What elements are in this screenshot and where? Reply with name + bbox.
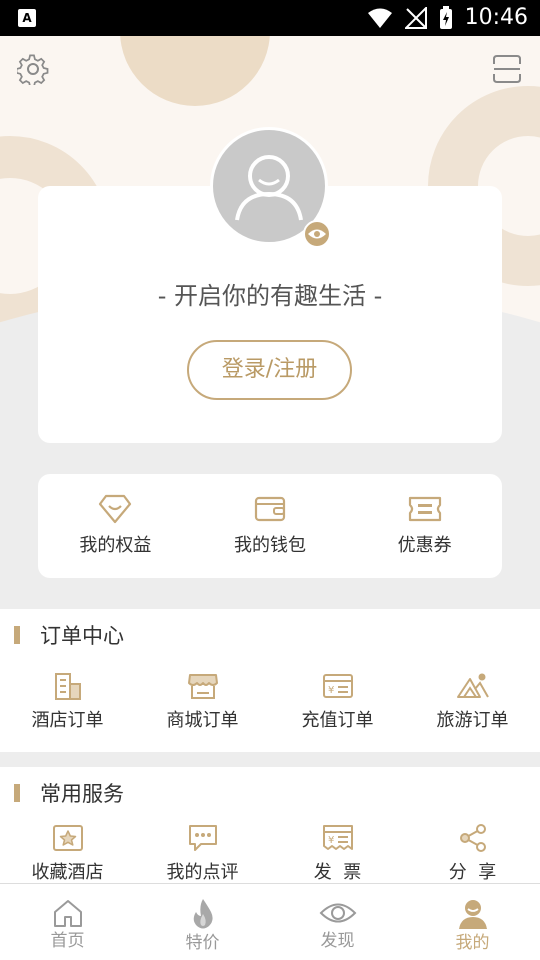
tab-specials-label: 特价 bbox=[185, 933, 220, 953]
tab-discover[interactable]: 发现 bbox=[270, 884, 405, 960]
login-register-button[interactable]: 登录/注册 bbox=[187, 340, 352, 400]
gear-icon bbox=[17, 54, 49, 85]
travel-orders-label: 旅游订单 bbox=[436, 710, 509, 731]
scan-icon bbox=[493, 55, 521, 83]
rights-icon bbox=[99, 494, 132, 524]
status-bar: A 10:46 bbox=[0, 0, 540, 36]
review-icon bbox=[188, 825, 217, 851]
share-icon bbox=[459, 824, 486, 852]
my-rights-button[interactable]: 我的权益 bbox=[38, 474, 193, 578]
recharge-orders-label: 充值订单 bbox=[301, 710, 374, 731]
tab-mine-label: 我的 bbox=[455, 933, 490, 953]
my-rights-label: 我的权益 bbox=[79, 535, 152, 556]
my-wallet-label: 我的钱包 bbox=[234, 535, 306, 556]
user-icon bbox=[458, 900, 487, 929]
coupon-icon bbox=[408, 496, 441, 522]
common-services-title: 常用服务 bbox=[40, 782, 124, 806]
visibility-badge[interactable] bbox=[303, 220, 331, 248]
clock: 10:46 bbox=[464, 5, 528, 30]
svg-text:¥: ¥ bbox=[328, 835, 334, 846]
tab-mine[interactable]: 我的 bbox=[405, 884, 540, 960]
travel-icon bbox=[456, 673, 489, 698]
slogan-text: - 开启你的有趣生活 - bbox=[157, 282, 383, 310]
my-reviews-label: 我的点评 bbox=[166, 862, 239, 883]
my-wallet-button[interactable]: 我的钱包 bbox=[193, 474, 348, 578]
hotel-icon bbox=[54, 673, 81, 700]
wifi-icon bbox=[367, 8, 392, 28]
flame-icon bbox=[193, 899, 213, 929]
battery-icon bbox=[439, 6, 452, 29]
wallet-icon bbox=[254, 496, 286, 522]
section-marker bbox=[14, 784, 20, 802]
recharge-icon: ¥ bbox=[322, 674, 353, 698]
coupons-label: 优惠券 bbox=[397, 535, 452, 556]
scan-button[interactable] bbox=[490, 52, 524, 86]
tab-discover-label: 发现 bbox=[320, 931, 355, 951]
my-reviews-button[interactable]: 我的点评 bbox=[135, 823, 270, 885]
tab-home-label: 首页 bbox=[50, 931, 85, 951]
tab-specials[interactable]: 特价 bbox=[135, 884, 270, 960]
invoice-button[interactable]: ¥ 发 票 bbox=[270, 823, 405, 885]
store-orders-label: 商城订单 bbox=[166, 710, 239, 731]
hotel-orders-button[interactable]: 酒店订单 bbox=[0, 671, 135, 733]
eye-icon bbox=[308, 229, 326, 239]
favorite-icon bbox=[52, 825, 83, 851]
tab-home[interactable]: 首页 bbox=[0, 884, 135, 960]
share-button[interactable]: 分 享 bbox=[405, 823, 540, 885]
home-icon bbox=[53, 900, 82, 927]
order-center-section: 订单中心 酒店订单 商城订单 ¥ 充值订单 旅游订单 bbox=[0, 609, 540, 752]
bottom-tab-bar: 首页 特价 发现 我的 bbox=[0, 883, 540, 960]
store-icon bbox=[187, 674, 218, 699]
signal-off-icon bbox=[404, 7, 427, 29]
order-center-title: 订单中心 bbox=[40, 624, 124, 648]
recharge-orders-button[interactable]: ¥ 充值订单 bbox=[270, 671, 405, 733]
favorite-hotels-button[interactable]: 收藏酒店 bbox=[0, 823, 135, 885]
favorite-hotels-label: 收藏酒店 bbox=[31, 862, 104, 883]
notification-icon: A bbox=[18, 9, 36, 27]
eye-icon bbox=[319, 903, 356, 923]
invoice-label: 发 票 bbox=[313, 862, 362, 883]
hotel-orders-label: 酒店订单 bbox=[31, 710, 104, 731]
invoice-icon: ¥ bbox=[322, 825, 353, 850]
svg-text:¥: ¥ bbox=[328, 685, 334, 696]
common-services-section: 常用服务 收藏酒店 我的点评 ¥ 发 票 分 享 bbox=[0, 767, 540, 887]
coupons-button[interactable]: 优惠券 bbox=[347, 474, 502, 578]
quick-actions-card: 我的权益 我的钱包 优惠券 bbox=[38, 474, 502, 578]
store-orders-button[interactable]: 商城订单 bbox=[135, 671, 270, 733]
section-marker bbox=[14, 626, 20, 644]
travel-orders-button[interactable]: 旅游订单 bbox=[405, 671, 540, 733]
settings-button[interactable] bbox=[16, 52, 50, 86]
share-label: 分 享 bbox=[448, 862, 497, 883]
